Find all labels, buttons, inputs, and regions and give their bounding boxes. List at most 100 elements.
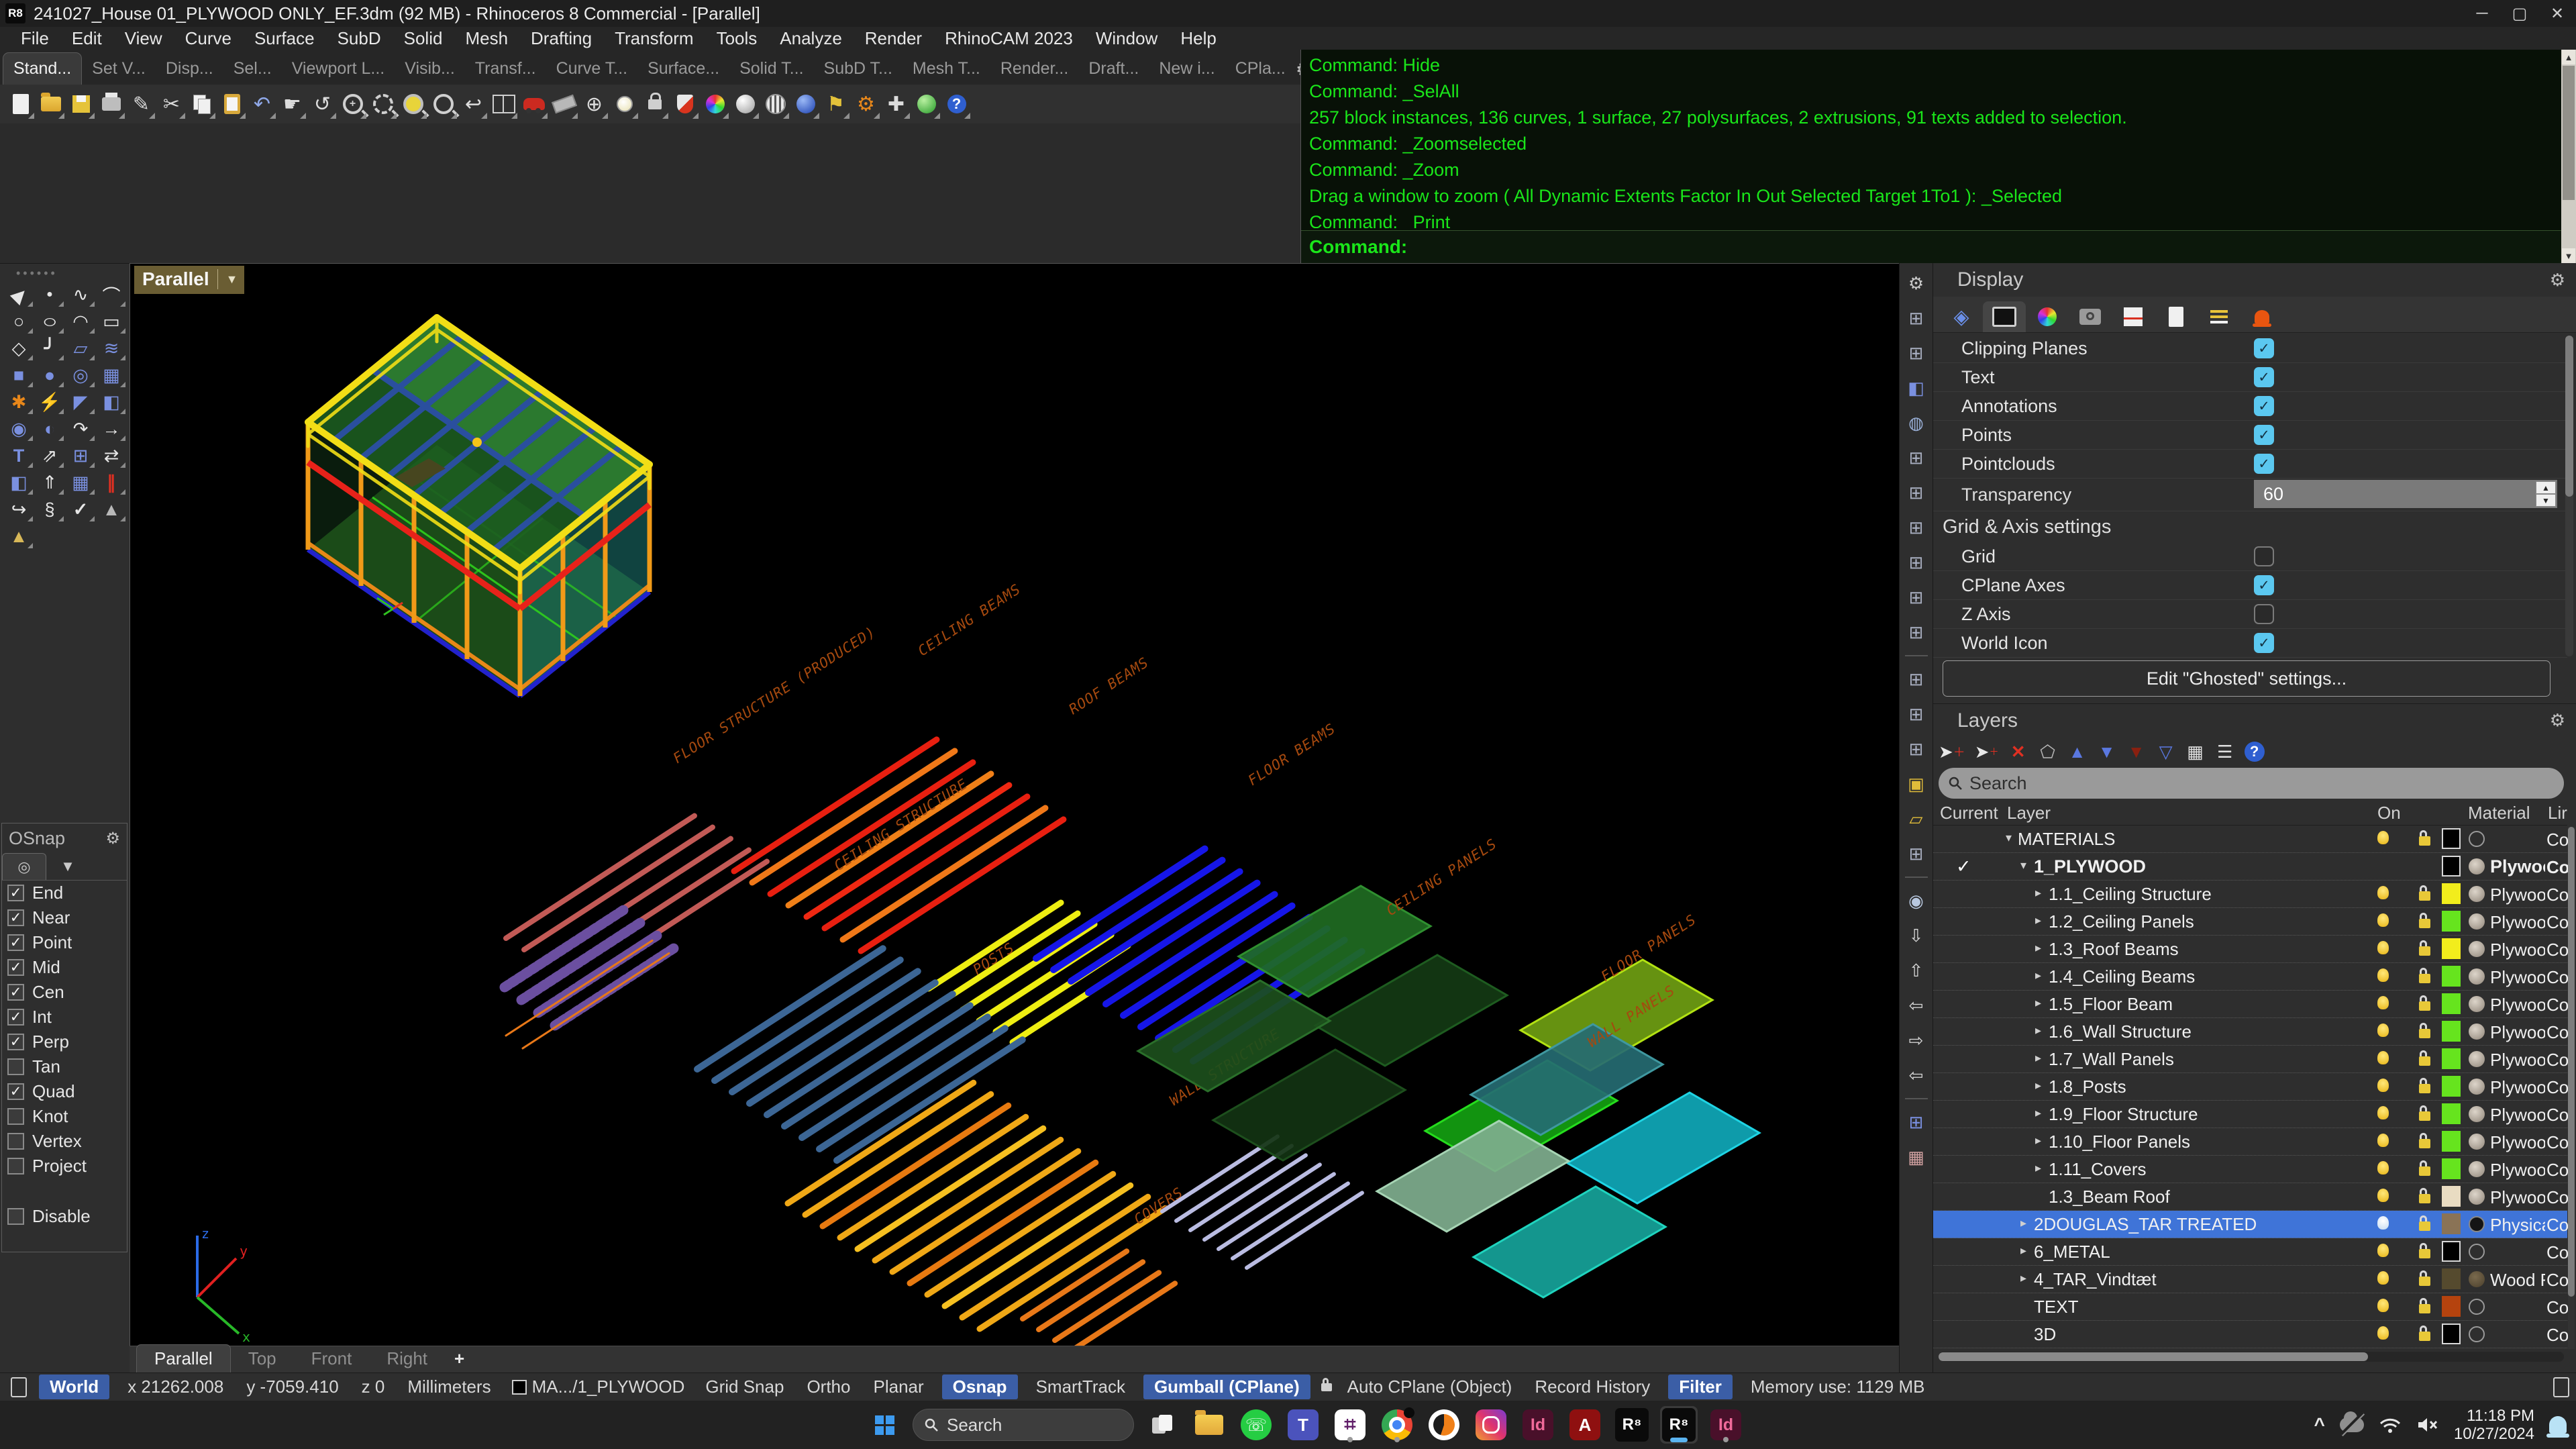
twist-tool-icon[interactable]: § xyxy=(34,496,65,523)
layer-lock-icon[interactable] xyxy=(2419,1332,2430,1341)
layer-material-icon[interactable] xyxy=(2469,1079,2485,1095)
status-gumball-cplane[interactable]: Gumball (CPlane) xyxy=(1143,1375,1310,1399)
status-filter[interactable]: Filter xyxy=(1668,1375,1733,1399)
cut-icon[interactable]: ✂ xyxy=(156,88,187,120)
osnap-option-quad[interactable]: ✓Quad xyxy=(2,1079,127,1104)
taskbar-start-icon[interactable] xyxy=(866,1406,903,1444)
collapse-icon[interactable]: ▾ xyxy=(2020,858,2026,872)
col-current[interactable]: Current xyxy=(1940,803,1998,823)
layer-row-1-6-wall-structure[interactable]: ▸1.6_Wall StructurePlywooCo xyxy=(1933,1018,2567,1046)
layer-lock-icon[interactable] xyxy=(2419,1194,2430,1203)
layer-material-icon[interactable] xyxy=(2469,941,2485,957)
status-world[interactable]: World xyxy=(39,1375,109,1399)
menu-window[interactable]: Window xyxy=(1084,27,1169,50)
checkbox-clipping-planes[interactable]: ✓ xyxy=(2254,338,2274,358)
cp-origin-icon[interactable]: ⊞ xyxy=(1909,545,1924,580)
blend-tool-icon[interactable]: ↷ xyxy=(65,415,96,442)
zoom-window-icon[interactable] xyxy=(368,88,398,120)
new-sublayer-icon[interactable]: ➤＋ xyxy=(1975,740,1999,763)
gumball-anchor[interactable] xyxy=(472,438,482,447)
layer-row-1-2-ceiling-panels[interactable]: ▸1.2_Ceiling PanelsPlywooCo xyxy=(1933,908,2567,936)
layer-color-swatch[interactable] xyxy=(2442,1076,2461,1097)
curve-control-tool-icon[interactable]: ∿ xyxy=(65,281,96,308)
surface-plane-tool-icon[interactable]: ▱ xyxy=(65,335,96,362)
cp-link-icon[interactable]: ⊞ xyxy=(1909,836,1924,871)
pan-icon[interactable]: ☛ xyxy=(277,88,307,120)
layer-visibility-bulb-icon[interactable] xyxy=(2377,1189,2389,1202)
sphere-blue-icon[interactable] xyxy=(790,88,821,120)
layer-lock-icon[interactable] xyxy=(2419,1304,2430,1313)
taskbar-rhino-icon[interactable]: R⁸ xyxy=(1613,1406,1651,1444)
taskbar-clock[interactable]: 11:18 PM 10/27/2024 xyxy=(2454,1407,2534,1443)
toolbar-tab-new-i[interactable]: New i... xyxy=(1149,53,1225,85)
col-linetype[interactable]: Lir xyxy=(2548,803,2567,823)
osnap-option-knot[interactable]: Knot xyxy=(2,1104,127,1129)
hatch-icon[interactable] xyxy=(760,88,790,120)
viewport-tab-right[interactable]: Right xyxy=(369,1345,445,1372)
cp-box-icon[interactable]: ◧ xyxy=(1908,370,1924,405)
toolbar-tab-mesh-t[interactable]: Mesh T... xyxy=(903,53,990,85)
viewport-tab-parallel[interactable]: Parallel xyxy=(136,1344,231,1372)
status-y-7059-410[interactable]: y -7059.410 xyxy=(235,1377,350,1397)
transparency-spinner[interactable]: ▲▼ xyxy=(2536,481,2556,507)
circle-tool-icon[interactable]: ○ xyxy=(3,308,34,335)
beam-group-roof-beams[interactable]: ROOF BEAMS xyxy=(929,654,1151,1042)
layer-material-icon[interactable] xyxy=(2469,1161,2485,1177)
checkbox-knot[interactable] xyxy=(7,1108,24,1125)
zoom-selected-icon[interactable] xyxy=(398,88,428,120)
layer-visibility-bulb-icon[interactable] xyxy=(2377,831,2389,844)
layer-visibility-bulb-icon[interactable] xyxy=(2377,1134,2389,1147)
taskbar-teams-icon[interactable]: T xyxy=(1284,1406,1322,1444)
layer-material-icon[interactable] xyxy=(2469,1271,2485,1287)
display-scrollbar[interactable] xyxy=(2565,336,2573,656)
layer-row-1-9-floor-structure[interactable]: ▸1.9_Floor StructurePlywooCo xyxy=(1933,1101,2567,1128)
fillet-tool-icon[interactable]: ╯ xyxy=(34,335,65,362)
taskbar-acrobat-icon[interactable]: A xyxy=(1566,1406,1604,1444)
layer-row-4-tar-vindt-t[interactable]: ▸4_TAR_VindtætWood FCo xyxy=(1933,1266,2567,1293)
layer-material-icon[interactable] xyxy=(2469,886,2485,902)
status-ortho[interactable]: Ortho xyxy=(795,1377,862,1397)
status-layer-chip[interactable]: MA.../1_PLYWOOD xyxy=(503,1377,694,1397)
layer-lock-icon[interactable] xyxy=(2419,1166,2430,1176)
edit-document-icon[interactable]: ✎ xyxy=(126,88,156,120)
boolean-union-tool-icon[interactable]: ◉ xyxy=(3,415,34,442)
status-x-21262-008[interactable]: x 21262.008 xyxy=(116,1377,235,1397)
section-tool-icon[interactable]: ∥ xyxy=(96,469,127,496)
layer-row-1-10-floor-panels[interactable]: ▸1.10_Floor PanelsPlywooCo xyxy=(1933,1128,2567,1156)
expand-icon[interactable]: ▸ xyxy=(2035,1051,2041,1065)
taskbar-whatsapp-icon[interactable]: ☏ xyxy=(1237,1406,1275,1444)
layer-color-swatch[interactable] xyxy=(2442,911,2461,932)
checkbox-tan[interactable] xyxy=(7,1058,24,1075)
cp-drop-icon[interactable]: ⊞ xyxy=(1909,510,1924,545)
expand-icon[interactable]: ▸ xyxy=(2035,886,2041,900)
checkbox-quad[interactable]: ✓ xyxy=(7,1083,24,1100)
layer-material-icon[interactable] xyxy=(2469,1189,2485,1205)
help-icon[interactable]: ? xyxy=(941,88,972,120)
taskbar-media-orange-icon[interactable] xyxy=(1425,1406,1463,1444)
notifications-bell-icon[interactable] xyxy=(2549,1416,2567,1434)
checkbox-int[interactable]: ✓ xyxy=(7,1009,24,1026)
layer-material-icon[interactable] xyxy=(2469,1106,2485,1122)
cone-filter-icon[interactable]: ▼ xyxy=(2126,740,2147,763)
cp-blue-icon[interactable]: ⊞ xyxy=(1909,1105,1924,1140)
taskbar-instagram-icon[interactable] xyxy=(1472,1406,1510,1444)
tray-expand-icon[interactable]: ^ xyxy=(2314,1414,2325,1436)
menu-tools[interactable]: Tools xyxy=(705,27,769,50)
layer-row-1-11-covers[interactable]: ▸1.11_CoversPlywooCo xyxy=(1933,1156,2567,1183)
cp-cursor-icon[interactable]: ⊞ xyxy=(1909,697,1924,732)
layer-lock-icon[interactable] xyxy=(2419,974,2430,983)
cp-move-icon[interactable]: ⊞ xyxy=(1909,580,1924,615)
menu-subd[interactable]: SubD xyxy=(326,27,393,50)
layer-visibility-bulb-icon[interactable] xyxy=(2377,886,2389,899)
toolbar-tab-surface[interactable]: Surface... xyxy=(637,53,729,85)
status-record-history[interactable]: Record History xyxy=(1523,1377,1661,1397)
display-tab-color-wheel[interactable] xyxy=(2026,301,2069,332)
layer-color-swatch[interactable] xyxy=(2442,828,2461,849)
checkbox-vertex[interactable] xyxy=(7,1133,24,1150)
curve-sketch-tool-icon[interactable]: ⌒ xyxy=(96,281,127,308)
col-material[interactable]: Material xyxy=(2468,803,2530,823)
layer-material-icon[interactable] xyxy=(2469,858,2485,875)
cp-down-icon[interactable]: ⇩ xyxy=(1909,918,1924,953)
funnel-filter-icon[interactable]: ▽ xyxy=(2156,740,2176,763)
layer-color-swatch[interactable] xyxy=(2442,1296,2461,1317)
